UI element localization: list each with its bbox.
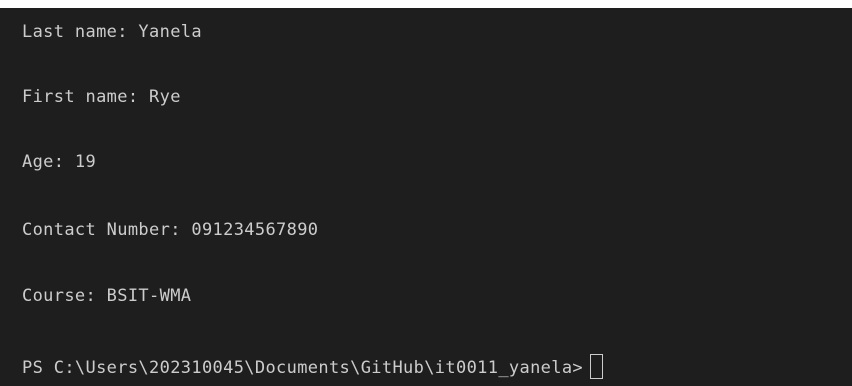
text-cursor [590, 354, 603, 379]
output-line-last-name: Last name: Yanela [22, 22, 202, 42]
prompt-line[interactable]: PS C:\Users\202310045\Documents\GitHub\i… [22, 354, 603, 379]
output-line-contact-number: Contact Number: 091234567890 [22, 220, 319, 240]
terminal-output[interactable]: Last name: Yanela First name: Rye Age: 1… [0, 8, 852, 386]
output-line-age: Age: 19 [22, 152, 97, 172]
output-line-course: Course: BSIT-WMA [22, 286, 192, 306]
shell-prompt: PS C:\Users\202310045\Documents\GitHub\i… [22, 358, 583, 378]
output-line-first-name: First name: Rye [22, 87, 181, 107]
